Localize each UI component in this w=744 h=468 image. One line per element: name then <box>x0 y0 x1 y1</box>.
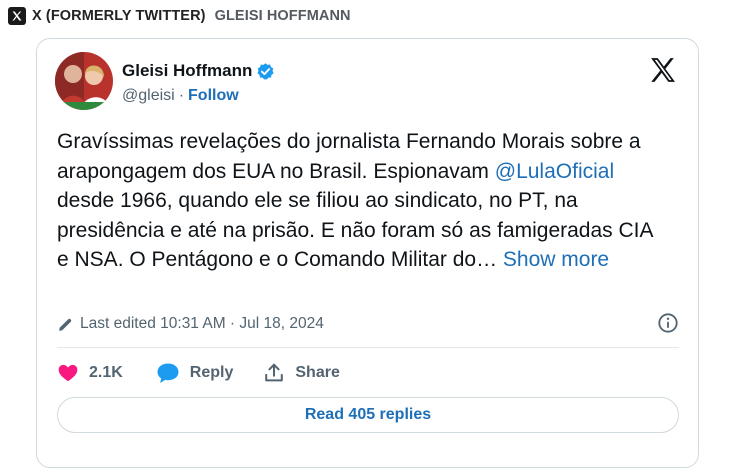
reply-bubble-icon <box>156 362 180 384</box>
share-button[interactable]: Share <box>263 362 340 384</box>
reply-label: Reply <box>189 364 234 381</box>
heart-icon <box>57 362 79 384</box>
share-icon <box>263 362 285 384</box>
mention-link[interactable]: @LulaOficial <box>495 160 614 183</box>
pencil-icon <box>57 316 74 333</box>
follow-button[interactable]: Follow <box>188 87 239 105</box>
tweet-card: Gleisi Hoffmann @gleisi · Follow Gravíss… <box>36 38 699 468</box>
source-bar: X (FORMERLY TWITTER) GLEISI HOFFMANN <box>8 5 351 27</box>
tweet-text: Gravíssimas revelações do jornalista Fer… <box>57 127 667 275</box>
handle-separator: · <box>178 87 185 104</box>
handle-row: @gleisi · Follow <box>122 87 239 105</box>
x-logo-icon <box>8 7 26 25</box>
edited-info: Last edited 10:31 AM · Jul 18, 2024 <box>57 312 679 336</box>
avatar[interactable] <box>55 52 113 110</box>
source-author: GLEISI HOFFMANN <box>214 8 351 24</box>
like-count: 2.1K <box>89 364 123 381</box>
author-name[interactable]: Gleisi Hoffmann <box>122 61 252 81</box>
source-platform: X (FORMERLY TWITTER) <box>32 8 206 24</box>
verified-badge-icon <box>256 62 275 81</box>
share-label: Share <box>295 364 340 381</box>
x-logo-icon[interactable] <box>648 55 678 85</box>
reply-button[interactable]: Reply <box>156 362 234 384</box>
action-bar: 2.1K Reply Share <box>57 359 340 387</box>
info-icon[interactable] <box>657 312 679 334</box>
show-more-link[interactable]: Show more <box>503 248 609 271</box>
author-name-row: Gleisi Hoffmann <box>122 61 275 81</box>
author-handle[interactable]: @gleisi <box>122 87 175 105</box>
read-replies-button[interactable]: Read 405 replies <box>57 397 679 433</box>
like-button[interactable]: 2.1K <box>57 362 123 384</box>
last-edited-text[interactable]: Last edited 10:31 AM · Jul 18, 2024 <box>80 315 324 333</box>
divider <box>57 347 679 348</box>
